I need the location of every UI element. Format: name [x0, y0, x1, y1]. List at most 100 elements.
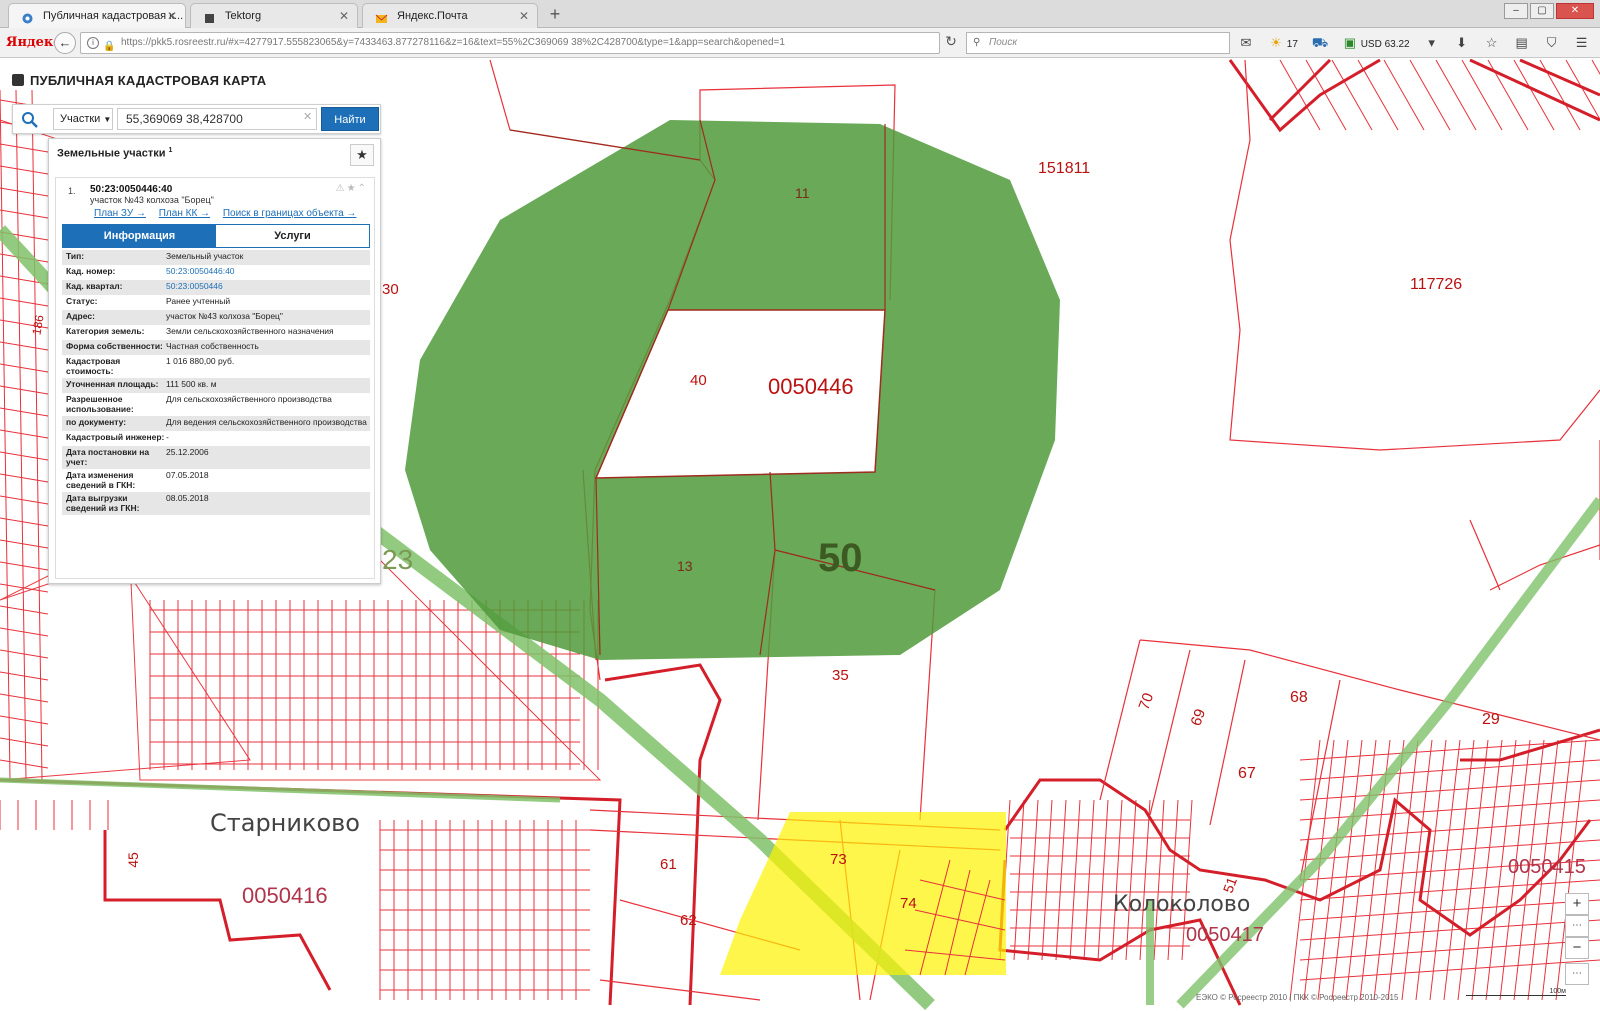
tab-yandex-mail[interactable]: Яндекс.Почта ✕ [362, 3, 538, 28]
chevron-down-icon: ▼ [103, 115, 112, 124]
search-icon[interactable] [21, 111, 39, 129]
info-row: Дата выгрузки сведений из ГКН: 08.05.2018 [62, 492, 370, 515]
parcel-line [15, 89, 27, 781]
address-bar[interactable]: i 🔒 https://pkk5.rosreestr.ru/#x=4277917… [80, 32, 940, 54]
more-tools-button[interactable]: ⋯ [1565, 963, 1589, 985]
results-title: Земельные участки 1 [57, 147, 172, 160]
menu-icon[interactable]: ☰ [1574, 35, 1590, 51]
bookmark-star-icon[interactable]: ☆ [1484, 35, 1500, 51]
currency-widget[interactable]: ▣ USD 63.22 [1342, 35, 1410, 51]
close-icon[interactable]: ✕ [519, 4, 529, 28]
tab-services[interactable]: Услуги [216, 225, 369, 247]
info-value[interactable]: 50:23:0050446 [166, 281, 370, 293]
tab-bar: Публичная кадастровая к... ✕ Tektorg ✕ Я… [0, 0, 1600, 28]
info-row: Кад. квартал: 50:23:0050446 [62, 280, 370, 295]
info-icon[interactable]: i [87, 37, 99, 49]
info-key: Тип: [66, 251, 85, 261]
favorites-star-button[interactable]: ★ [350, 144, 374, 166]
clear-icon[interactable]: ✕ [303, 110, 312, 123]
parcel-line [1055, 799, 1067, 961]
result-cad-number[interactable]: 50:23:0050446:40 [90, 184, 172, 195]
zoom-in-button[interactable]: + [1565, 893, 1589, 915]
info-value: - [166, 432, 169, 442]
star-icon[interactable]: ★ [347, 183, 358, 194]
mail-favicon-icon [375, 10, 388, 23]
close-icon[interactable]: ✕ [167, 4, 177, 28]
maximize-button[interactable]: ▢ [1530, 3, 1554, 19]
settlement-label-kolokolovo: Колоколово [1113, 892, 1251, 917]
info-key: Уточненная площадь: [66, 379, 159, 389]
parcel-line [1097, 799, 1109, 961]
parcel-line [1435, 59, 1477, 131]
info-key: Форма собственности: [66, 341, 163, 351]
zoom-slider[interactable]: ⋯ [1565, 915, 1589, 937]
object-type-select[interactable]: Участки ▼ [53, 108, 113, 130]
url-text: https://pkk5.rosreestr.ru/#x=4277917.555… [121, 37, 785, 48]
browser-search-input[interactable]: ⚲ Поиск [966, 32, 1230, 54]
yandex-logo[interactable]: Яндекс [6, 35, 61, 50]
parcel-line [0, 385, 49, 395]
parcel-label: 68 [1290, 689, 1308, 706]
parcel-label: 73 [830, 851, 847, 868]
parcel-line [0, 209, 49, 219]
link-plan-kk[interactable]: План КК → [159, 208, 210, 219]
zoom-out-button[interactable]: − [1565, 937, 1589, 959]
back-button[interactable]: ← [54, 32, 76, 54]
parcel-line [0, 297, 49, 307]
info-value: 1 016 880,00 руб. [166, 356, 235, 366]
parcel-line [0, 407, 49, 417]
tab-information[interactable]: Информация [63, 225, 216, 247]
card-tabs: Информация Услуги [62, 224, 370, 248]
parcel-line [1457, 739, 1489, 1001]
info-value: 07.05.2018 [166, 470, 209, 480]
parcel-label: 62 [680, 912, 697, 929]
chart-icon: ▣ [1343, 35, 1357, 50]
search-input[interactable]: 55,369069 38,428700 [117, 108, 317, 130]
link-search-in-bounds[interactable]: Поиск в границах объекта → [223, 208, 357, 219]
info-key: Дата выгрузки сведений из ГКН: [66, 493, 140, 513]
info-key: Дата постановки на учет: [66, 447, 150, 467]
pkk-logo-icon [12, 74, 24, 86]
reader-icon[interactable]: ▤ [1514, 35, 1530, 51]
parcel-label: 74 [900, 895, 917, 912]
object-type-value: Участки [60, 113, 101, 125]
scale-bar: 100м [1466, 988, 1566, 996]
parcel-line [0, 759, 49, 769]
weather-widget[interactable]: ☀ 17 [1268, 35, 1298, 51]
warning-icon[interactable]: ⚠ [336, 183, 347, 194]
info-value[interactable]: 50:23:0050446:40 [166, 266, 370, 278]
quarter-label: 0050446 [768, 374, 854, 399]
collapse-icon[interactable]: ⌃ [358, 183, 368, 194]
search-panel: Участки ▼ 55,369069 38,428700 ✕ Найти [12, 104, 381, 134]
tab-pkk[interactable]: Публичная кадастровая к... ✕ [8, 3, 186, 28]
window-close-button[interactable]: ✕ [1556, 3, 1594, 19]
parcel-label: 11 [795, 185, 810, 201]
find-button[interactable]: Найти [321, 107, 379, 131]
close-icon[interactable]: ✕ [339, 4, 349, 28]
new-tab-button[interactable]: + [544, 2, 566, 26]
parcel-line [1299, 899, 1600, 921]
pocket-icon[interactable]: ⛉ [1544, 35, 1560, 51]
info-row: Форма собственности: Частная собственност… [62, 340, 370, 355]
minimize-button[interactable]: – [1504, 3, 1528, 19]
parcel-line [1331, 739, 1363, 1001]
district-label: 23 [382, 544, 414, 575]
chevron-down-icon[interactable]: ▾ [1424, 35, 1440, 51]
parcel-line [1069, 799, 1081, 961]
tab-tektorg[interactable]: Tektorg ✕ [190, 3, 358, 28]
parcel-line [1387, 739, 1419, 1001]
mail-icon[interactable]: ✉ [1238, 35, 1254, 51]
parcel-line [0, 89, 11, 781]
info-key: Адрес: [66, 311, 95, 321]
reload-icon[interactable]: ↻ [940, 33, 962, 53]
results-count: 1 [168, 147, 173, 154]
search-query: 55,369069 38,428700 [126, 112, 243, 126]
info-row: Тип: Земельный участок [62, 250, 370, 265]
pkk-favicon-icon [21, 10, 34, 24]
results-title-text: Земельные участки [57, 147, 166, 160]
download-icon[interactable]: ⬇ [1454, 35, 1470, 51]
parcel-line [1415, 739, 1447, 1001]
info-value: 25.12.2006 [166, 447, 209, 457]
traffic-icon[interactable]: ⛟ [1312, 35, 1328, 51]
link-plan-zu[interactable]: План ЗУ → [94, 208, 146, 219]
